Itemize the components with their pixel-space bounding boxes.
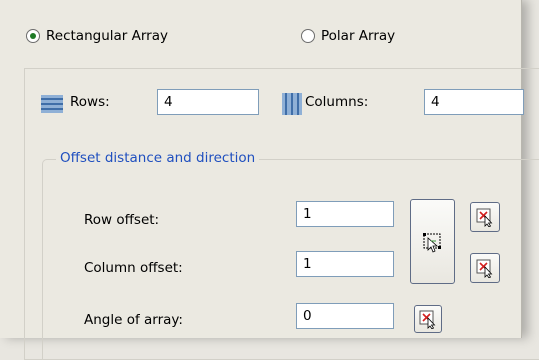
pick-both-offsets-button[interactable] bbox=[410, 199, 455, 284]
polar-array-option[interactable]: Polar Array bbox=[301, 28, 395, 44]
rectangular-array-option[interactable]: Rectangular Array bbox=[26, 28, 168, 44]
pick-angle-icon bbox=[419, 310, 436, 329]
rows-field[interactable]: 4 bbox=[157, 89, 259, 115]
angle-field[interactable]: 0 bbox=[296, 303, 394, 329]
pick-row-offset-icon bbox=[476, 208, 493, 227]
offset-legend: Offset distance and direction bbox=[56, 150, 260, 166]
columns-field[interactable]: 4 bbox=[424, 89, 524, 115]
pick-angle-button[interactable] bbox=[414, 305, 442, 333]
row-offset-label: Row offset: bbox=[84, 212, 160, 228]
row-offset-field[interactable]: 1 bbox=[296, 201, 394, 227]
columns-icon bbox=[282, 93, 302, 115]
rows-label: Rows: bbox=[70, 94, 110, 110]
rectangular-array-radio[interactable] bbox=[26, 29, 40, 43]
polar-array-radio[interactable] bbox=[301, 29, 315, 43]
columns-label: Columns: bbox=[305, 94, 369, 110]
column-offset-field[interactable]: 1 bbox=[296, 251, 394, 277]
polar-array-label: Polar Array bbox=[321, 28, 396, 44]
pick-column-offset-button[interactable] bbox=[470, 253, 500, 283]
rectangular-array-label: Rectangular Array bbox=[46, 28, 168, 44]
column-offset-label: Column offset: bbox=[84, 260, 183, 276]
angle-label: Angle of array: bbox=[84, 312, 183, 328]
pick-both-offsets-icon bbox=[422, 232, 441, 253]
pick-column-offset-icon bbox=[476, 259, 493, 278]
rows-icon bbox=[41, 95, 63, 113]
pick-row-offset-button[interactable] bbox=[470, 202, 500, 232]
